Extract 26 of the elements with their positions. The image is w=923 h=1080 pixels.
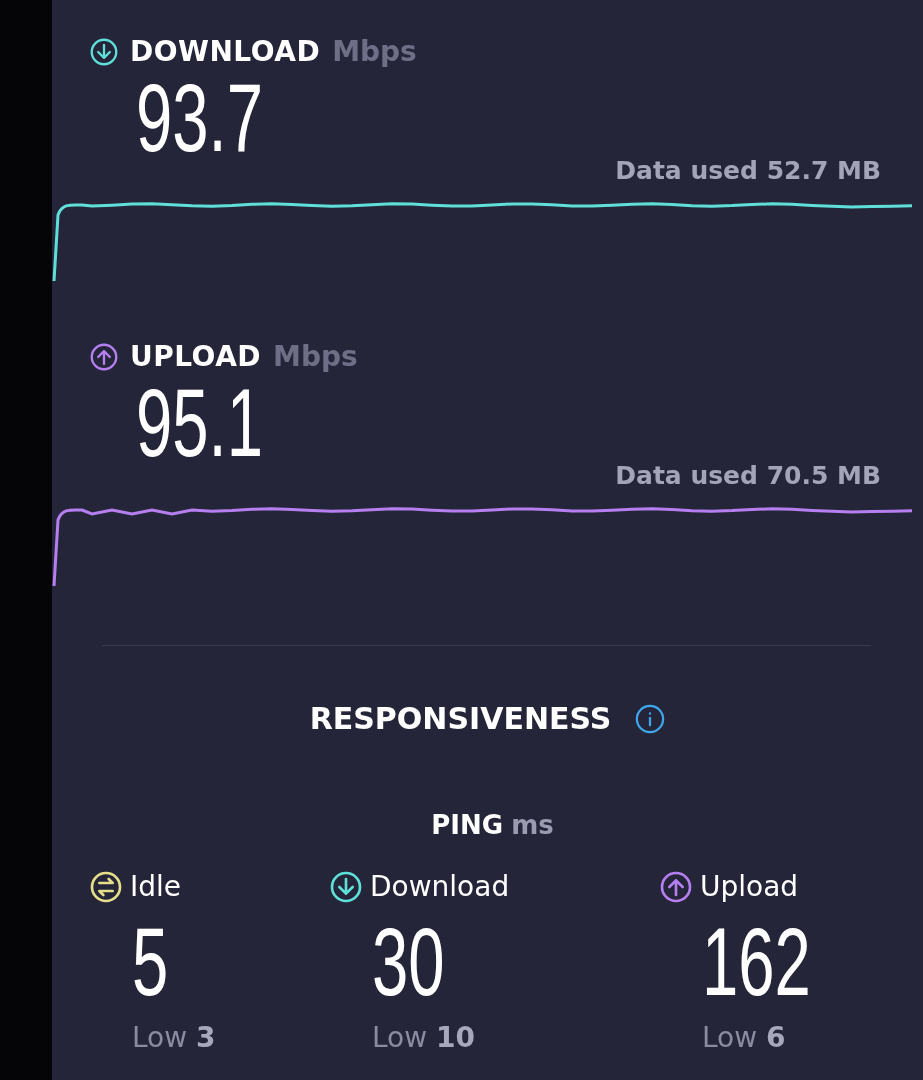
swap-circle-icon [90, 870, 122, 903]
unit-label: Mbps [332, 35, 417, 68]
ping-value: 5 [132, 917, 169, 1007]
ping-label: Download [370, 870, 510, 903]
data-used-text: Data used 70.5 MB [615, 461, 881, 490]
arrow-up-circle-icon [90, 342, 118, 371]
section-title: UPLOAD [130, 340, 262, 373]
section-title: RESPONSIVENESS [309, 701, 612, 736]
ping-label: Upload [700, 870, 799, 903]
arrow-down-circle-icon [330, 870, 362, 903]
info-icon[interactable] [635, 703, 666, 734]
ping-value: 162 [702, 917, 811, 1007]
unit-label: Mbps [273, 340, 358, 373]
ping-label: Idle [130, 870, 182, 903]
arrow-up-circle-icon [660, 870, 692, 903]
ping-low-text: Low 6 [702, 1021, 787, 1054]
arrow-down-circle-icon [90, 37, 118, 66]
data-used-text: Data used 52.7 MB [615, 156, 881, 185]
ping-title: PING [431, 810, 504, 840]
section-title: DOWNLOAD [130, 35, 321, 68]
ping-low-text: Low 3 [132, 1021, 217, 1054]
ping-value: 30 [372, 917, 445, 1007]
unit-label: ms [511, 810, 554, 840]
speed-value: 95.1 [136, 379, 264, 467]
speed-value: 93.7 [136, 74, 264, 162]
ping-low-text: Low 10 [372, 1021, 476, 1054]
